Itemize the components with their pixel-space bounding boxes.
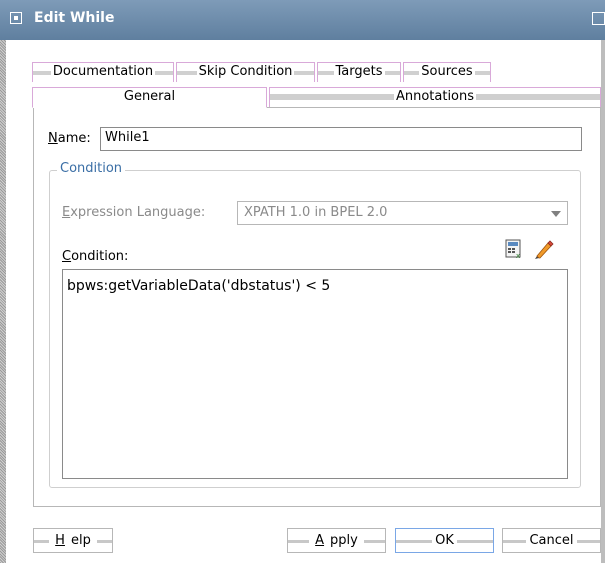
name-label: Name: [48,131,91,146]
apply-button[interactable]: Apply [287,528,386,553]
expression-language-value: XPATH 1.0 in BPEL 2.0 [244,205,388,220]
chevron-down-icon [551,211,561,217]
expression-language-label: Expression Language: [62,205,206,220]
pencil-icon[interactable] [533,238,555,260]
help-button[interactable]: Help [33,528,113,553]
tab-sources[interactable]: Sources [403,62,491,82]
condition-group-title: Condition [57,161,126,176]
tab-annotations[interactable]: Annotations [269,87,601,107]
cancel-button[interactable]: Cancel [502,528,601,553]
condition-textarea[interactable]: bpws:getVariableData('dbstatus') < 5 [62,269,568,479]
tab-targets[interactable]: Targets [317,62,401,82]
window-frame-left [0,40,6,563]
condition-label: Condition: [62,249,129,264]
tab-documentation[interactable]: Documentation [32,62,174,82]
window-menu-icon[interactable] [10,12,22,24]
tab-general[interactable]: General [32,87,267,108]
dialog-title: Edit While [34,10,115,26]
name-input[interactable]: While1 [100,127,582,151]
title-bar: Edit While [0,0,605,40]
ok-button[interactable]: OK [395,528,494,553]
xpath-expression-builder-icon[interactable]: x [505,239,523,259]
window-frame-right [601,40,605,563]
expression-language-select[interactable]: XPATH 1.0 in BPEL 2.0 [237,201,568,225]
svg-text:x: x [516,252,520,259]
maximize-icon[interactable] [592,12,605,25]
tab-skip-condition[interactable]: Skip Condition [176,62,315,82]
